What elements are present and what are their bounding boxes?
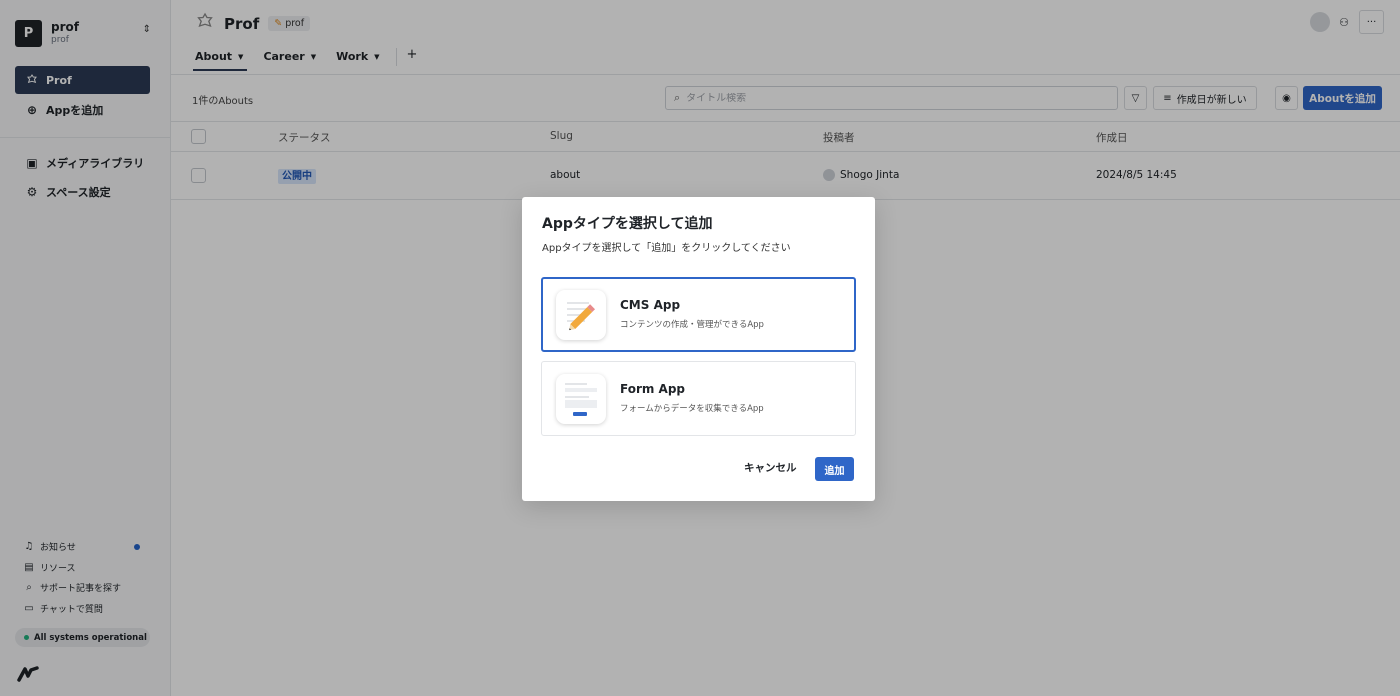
form-app-icon [556,374,606,424]
cms-app-pencil-icon [556,290,606,340]
dialog-description: Appタイプを選択して「追加」をクリックしてください [542,243,791,254]
form-app-option[interactable]: Form App フォームからデータを収集できるApp [541,361,856,436]
add-button[interactable]: 追加 [815,457,854,481]
dialog-title: Appタイプを選択して追加 [542,216,713,232]
cancel-button[interactable]: キャンセル [744,460,797,475]
select-app-type-dialog: Appタイプを選択して追加 Appタイプを選択して「追加」をクリックしてください… [522,197,875,501]
app-option-description: フォームからデータを収集できるApp [620,404,764,414]
app-option-name: Form App [620,382,686,396]
app-option-name: CMS App [620,298,681,312]
cms-app-option[interactable]: CMS App コンテンツの作成・管理ができるApp [541,277,856,352]
app-option-description: コンテンツの作成・管理ができるApp [620,320,764,330]
